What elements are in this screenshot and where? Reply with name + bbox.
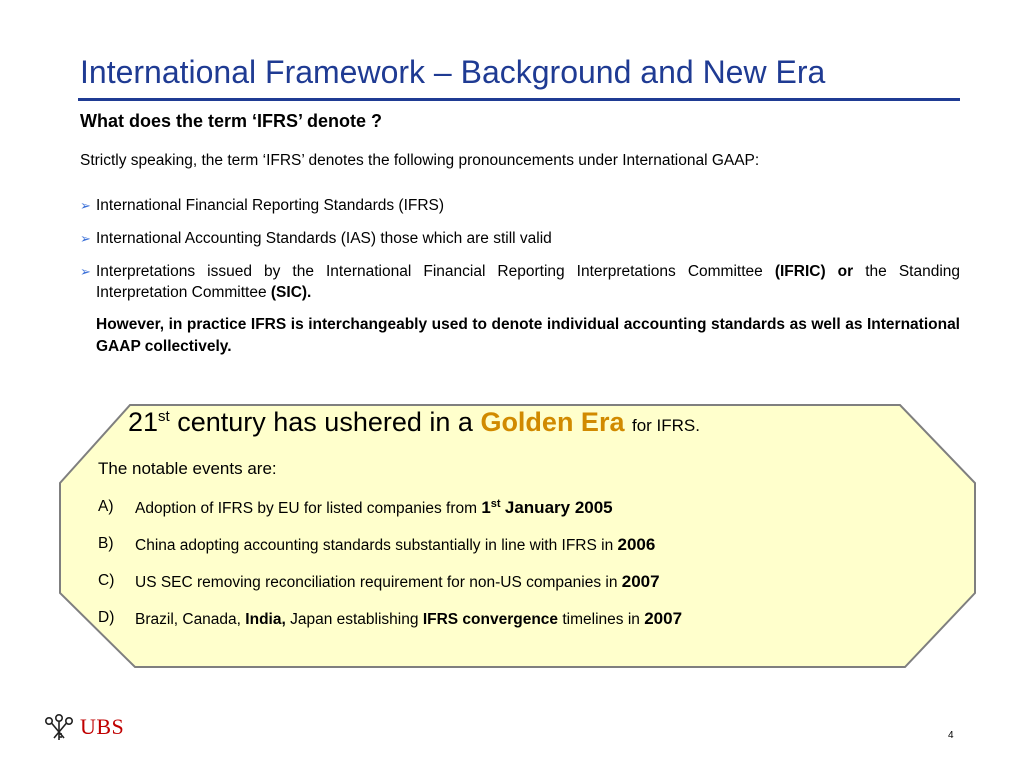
event-marker: D) [98, 609, 115, 626]
list-item: ➢ International Financial Reporting Stan… [80, 195, 960, 216]
event-description: Brazil, Canada, [135, 611, 241, 628]
slide-title: International Framework – Background and… [80, 54, 826, 90]
arrow-bullet-icon: ➢ [80, 231, 91, 246]
title-underline [78, 98, 960, 101]
event-marker: C) [98, 572, 115, 589]
event-description: China adopting accounting standards subs… [135, 537, 614, 554]
event-marker: B) [98, 535, 114, 552]
list-item-text: International Financial Reporting Standa… [96, 197, 445, 214]
ifric-label: (IFRIC) or [774, 263, 854, 280]
golden-era-highlight: Golden Era [480, 407, 625, 437]
section-heading: What does the term ‘IFRS’ denote ? [80, 111, 383, 131]
events-intro: The notable events are: [98, 459, 277, 478]
century-suffix: st [158, 408, 170, 425]
event-description: Adoption of IFRS by EU for listed compan… [135, 500, 478, 518]
event-country-india: India, [245, 611, 286, 628]
event-date-day: 1 [481, 498, 491, 518]
ubs-keys-icon [44, 713, 73, 740]
pronouncement-list: ➢ International Financial Reporting Stan… [80, 195, 960, 315]
page-number: 4 [948, 730, 954, 741]
event-year: 2007 [644, 609, 683, 628]
headline-tail: for IFRS. [631, 416, 700, 435]
event-marker: A) [98, 498, 114, 515]
intro-text: Strictly speaking, the term ‘IFRS’ denot… [80, 152, 760, 169]
event-item: A) Adoption of IFRS by EU for listed com… [98, 493, 918, 530]
event-text: Brazil, Canada, India, Japan establishin… [135, 609, 682, 629]
event-item: D) Brazil, Canada, India, Japan establis… [98, 604, 918, 641]
headline-text: century has ushered in a [177, 407, 473, 437]
ubs-logo-text: UBS [80, 714, 125, 739]
event-convergence: IFRS convergence [422, 611, 559, 628]
event-description: timelines in [562, 611, 640, 628]
event-description: US SEC removing reconciliation requireme… [135, 574, 618, 591]
event-year: 2007 [621, 572, 660, 591]
golden-era-headline: 21st century has ushered in a Golden Era… [128, 407, 700, 438]
arrow-bullet-icon: ➢ [80, 264, 91, 279]
list-item: ➢ Interpretations issued by the Internat… [80, 261, 960, 303]
events-list: A) Adoption of IFRS by EU for listed com… [98, 493, 918, 641]
ubs-logo: UBS [42, 712, 124, 742]
century-number: 21 [128, 407, 159, 437]
event-item: C) US SEC removing reconciliation requir… [98, 567, 918, 604]
event-description: Japan establishing [290, 611, 419, 628]
practice-note: However, in practice IFRS is interchange… [96, 316, 960, 355]
arrow-bullet-icon: ➢ [80, 198, 91, 213]
event-text: Adoption of IFRS by EU for listed compan… [135, 498, 613, 518]
event-date: January 2005 [504, 498, 613, 518]
list-item: ➢ International Accounting Standards (IA… [80, 228, 960, 249]
list-item-text: Interpretations issued by the Internatio… [96, 263, 763, 280]
sic-label: (SIC). [270, 284, 312, 301]
event-date-suffix: st [490, 498, 501, 510]
event-text: US SEC removing reconciliation requireme… [135, 572, 660, 592]
event-text: China adopting accounting standards subs… [135, 535, 655, 555]
event-year: 2006 [617, 535, 656, 554]
list-item-text: International Accounting Standards (IAS)… [96, 230, 552, 247]
event-item: B) China adopting accounting standards s… [98, 530, 918, 567]
